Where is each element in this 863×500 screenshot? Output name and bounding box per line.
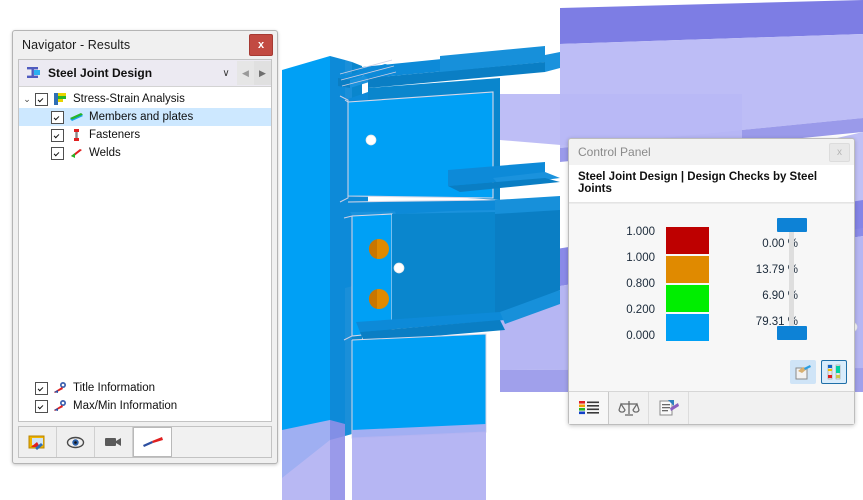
results-image-icon — [28, 435, 45, 450]
control-panel-titlebar: Control Panel x — [569, 139, 854, 165]
close-icon[interactable]: x — [829, 143, 850, 162]
legend-band-green[interactable] — [665, 284, 710, 313]
checkbox-fasteners[interactable] — [51, 128, 64, 142]
tree-item-maxmin-information[interactable]: Max/Min Information — [19, 397, 271, 415]
tree-label: Members and plates — [89, 111, 194, 123]
deformation-button[interactable] — [133, 427, 172, 457]
tree-item-fasteners[interactable]: Fasteners — [19, 126, 271, 144]
tab-factors[interactable] — [609, 392, 649, 424]
color-scale-button[interactable] — [821, 360, 847, 384]
legend-values: 1.000 1.000 0.800 0.200 0.000 — [587, 226, 655, 342]
tree-label: Max/Min Information — [73, 400, 178, 412]
tab-display-properties[interactable] — [649, 392, 689, 424]
stress-strain-icon — [54, 93, 66, 105]
checkbox-members-and-plates[interactable] — [51, 110, 64, 124]
close-icon[interactable]: x — [249, 34, 273, 56]
steel-joint-icon — [27, 67, 40, 78]
balance-scale-icon — [617, 401, 640, 416]
checkbox-title-information[interactable] — [35, 381, 48, 395]
title-information-icon — [54, 382, 66, 393]
legend-value: 0.800 — [626, 278, 655, 290]
results-display-button[interactable] — [19, 427, 57, 457]
chevron-expand-icon[interactable]: ⌄ — [19, 94, 35, 105]
control-panel-tabs[interactable] — [569, 391, 854, 424]
slider-handle-upper[interactable] — [777, 218, 807, 232]
checkbox-welds[interactable] — [51, 146, 64, 160]
control-panel-right-buttons[interactable] — [790, 360, 847, 384]
eye-icon — [66, 436, 85, 448]
legend-value: 0.000 — [626, 330, 655, 342]
maxmin-information-icon — [54, 400, 66, 411]
checkbox-stress-strain-analysis[interactable] — [35, 92, 48, 106]
navigator-body: Steel Joint Design ∨ ◀ ▶ ⌄ Stress-Strain… — [18, 59, 272, 422]
legend-range-slider[interactable] — [774, 214, 808, 342]
control-panel-main: 1.000 1.000 0.800 0.200 0.000 0.00 % 13.… — [569, 203, 854, 391]
display-properties-icon — [659, 400, 679, 416]
design-module-combobox[interactable]: Steel Joint Design ∨ ◀ ▶ — [19, 60, 271, 87]
deformation-arrow-icon — [142, 436, 163, 447]
control-panel-heading: Steel Joint Design | Design Checks by St… — [569, 165, 854, 203]
tabs-filler — [689, 392, 854, 424]
navigator-title: Navigator - Results — [22, 38, 131, 52]
slider-track[interactable] — [789, 222, 794, 334]
tree-item-title-information[interactable]: Title Information — [19, 379, 271, 397]
prev-arrow-icon[interactable]: ◀ — [237, 61, 254, 85]
legend-value: 1.000 — [626, 252, 655, 264]
tree-label: Title Information — [73, 382, 156, 394]
control-panel-window[interactable]: Control Panel x Steel Joint Design | Des… — [568, 138, 855, 425]
members-plates-icon — [70, 113, 83, 121]
legend-band-blue[interactable] — [665, 313, 710, 342]
design-module-label: Steel Joint Design — [48, 66, 153, 80]
legend-value: 0.200 — [626, 304, 655, 316]
tree-item-welds[interactable]: Welds — [19, 144, 271, 162]
paint-palette-icon — [795, 365, 811, 380]
fasteners-icon — [74, 129, 79, 141]
tab-color-scale[interactable] — [569, 392, 609, 424]
node-marker — [365, 134, 377, 146]
navigator-toolbar[interactable] — [18, 426, 272, 458]
color-legend-icon — [578, 401, 599, 415]
navigator-titlebar: Navigator - Results x — [13, 31, 277, 59]
tree-label: Welds — [89, 147, 121, 159]
toolbar-filler — [172, 427, 271, 457]
view-visibility-button[interactable] — [57, 427, 95, 457]
results-tree[interactable]: ⌄ Stress-Strain Analysis Members and pla… — [19, 87, 271, 421]
paint-palette-button[interactable] — [790, 360, 816, 384]
tree-item-members-and-plates[interactable]: Members and plates — [19, 108, 271, 126]
video-camera-icon — [105, 438, 121, 446]
chevron-down-icon[interactable]: ∨ — [215, 68, 237, 79]
animation-button[interactable] — [95, 427, 133, 457]
slider-handle-lower[interactable] — [777, 326, 807, 340]
color-scale-icon — [827, 364, 841, 380]
navigator-results-window[interactable]: Navigator - Results x Steel Joint Design… — [12, 30, 278, 464]
control-panel-title: Control Panel — [578, 145, 651, 159]
legend-band-orange[interactable] — [665, 255, 710, 284]
checkbox-maxmin-information[interactable] — [35, 399, 48, 413]
tree-item-stress-strain-analysis[interactable]: ⌄ Stress-Strain Analysis — [19, 90, 271, 108]
color-legend: 1.000 1.000 0.800 0.200 0.000 0.00 % 13.… — [587, 226, 798, 342]
tree-label: Stress-Strain Analysis — [73, 93, 185, 105]
tree-lower-group: Title Information Max/Min Information — [19, 379, 271, 415]
legend-band-red[interactable] — [665, 226, 710, 255]
legend-value: 1.000 — [626, 226, 655, 238]
next-arrow-icon[interactable]: ▶ — [254, 61, 271, 85]
legend-color-bars[interactable] — [665, 226, 710, 342]
tree-label: Fasteners — [89, 129, 141, 141]
welds-icon — [71, 149, 82, 158]
